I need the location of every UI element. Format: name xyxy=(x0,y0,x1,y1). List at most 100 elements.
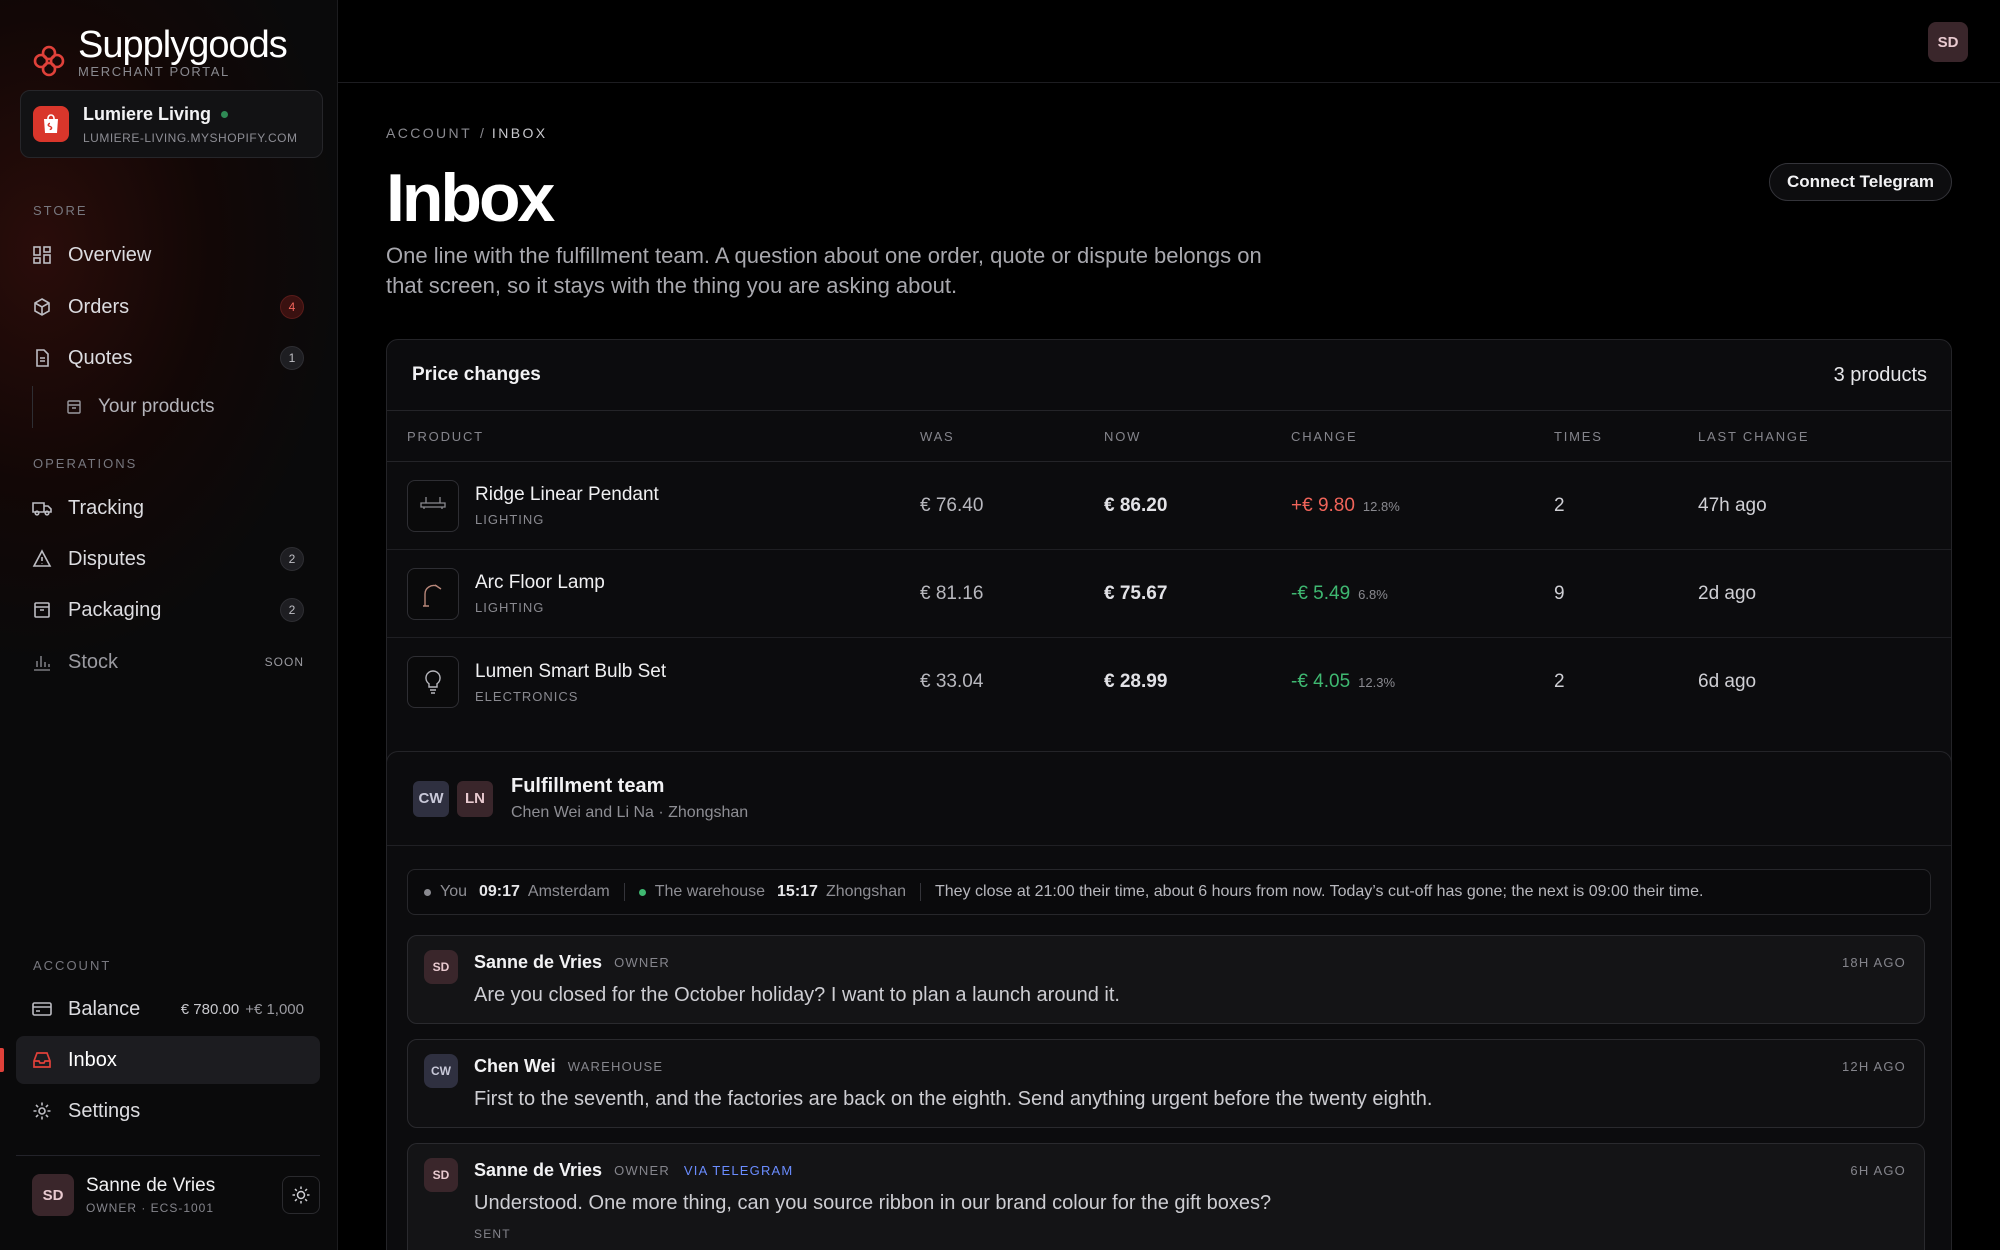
price-change: -€ 4.05 xyxy=(1291,671,1351,692)
breadcrumb-current: INBOX xyxy=(491,125,548,141)
price-was: € 33.04 xyxy=(920,671,984,692)
sidebar-item-label: Orders xyxy=(68,295,130,318)
message-via-telegram: VIA TELEGRAM xyxy=(683,1162,794,1178)
floor-lamp-icon xyxy=(407,567,459,620)
sidebar-item-quotes[interactable]: Quotes 1 xyxy=(16,334,320,382)
inbox-icon xyxy=(32,1050,52,1070)
tz-note: They close at 21:00 their time, about 6 … xyxy=(935,883,1704,900)
sidebar-subitem-label: Your products xyxy=(98,396,215,417)
grid-icon xyxy=(32,245,52,265)
warning-icon xyxy=(32,549,52,569)
col-last-change[interactable]: LAST CHANGE xyxy=(1698,429,1951,444)
sidebar-item-balance[interactable]: Balance € 780.00 +€ 1,000 xyxy=(16,985,320,1033)
price-was: € 76.40 xyxy=(920,494,984,516)
tz-you-city: Amsterdam xyxy=(527,883,610,900)
price-now: € 28.99 xyxy=(1104,671,1168,692)
col-times[interactable]: TIMES xyxy=(1554,429,1698,444)
message-time: 12H AGO xyxy=(1841,1058,1906,1074)
user-name: Sanne de Vries xyxy=(86,1175,216,1196)
section-label-account: ACCOUNT xyxy=(33,958,112,973)
account-avatar[interactable]: SD xyxy=(1928,22,1968,62)
message-text: First to the seventh, and the factories … xyxy=(474,1088,1433,1110)
tz-you-label: You xyxy=(440,883,467,900)
table-row[interactable]: Lumen Smart Bulb Set ELECTRONICS € 33.04… xyxy=(387,638,1951,726)
sidebar-item-stock[interactable]: Stock SOON xyxy=(16,638,320,686)
price-changes-card: Price changes 3 products PRODUCT WAS NOW… xyxy=(386,339,1952,809)
message-role: OWNER xyxy=(614,954,670,970)
table-row[interactable]: Ridge Linear Pendant LIGHTING € 76.40 € … xyxy=(387,462,1951,550)
sidebar-item-tracking[interactable]: Tracking xyxy=(16,484,320,532)
change-times: 2 xyxy=(1554,494,1565,516)
product-category: LIGHTING xyxy=(475,600,545,615)
message[interactable]: CW Chen Wei WAREHOUSE 12H AGO First to t… xyxy=(407,1039,1925,1128)
message-time: 18H AGO xyxy=(1841,954,1906,970)
price-changes-title: Price changes xyxy=(412,364,541,385)
sidebar-divider xyxy=(16,1155,320,1156)
topbar: SD xyxy=(338,0,2000,83)
message-role: WAREHOUSE xyxy=(567,1058,664,1074)
message[interactable]: SD Sanne de Vries OWNER VIA TELEGRAM 6H … xyxy=(407,1143,1925,1250)
packaging-count-badge: 2 xyxy=(280,598,304,622)
sidebar-subitem-your-products[interactable]: Your products xyxy=(32,386,322,428)
col-was[interactable]: WAS xyxy=(920,429,1104,444)
message[interactable]: SD Sanne de Vries OWNER 18H AGO Are you … xyxy=(407,935,1925,1024)
price-now: € 86.20 xyxy=(1104,494,1168,516)
last-change: 2d ago xyxy=(1698,582,1757,604)
store-switcher[interactable]: Lumiere Living LUMIERE-LIVING.MYSHOPIFY.… xyxy=(20,90,323,158)
price-now: € 75.67 xyxy=(1104,582,1168,604)
page-description: One line with the fulfillment team. A qu… xyxy=(386,243,1262,298)
sidebar-item-label: Packaging xyxy=(68,598,162,621)
avatar: SD xyxy=(32,1174,74,1216)
connect-telegram-button[interactable]: Connect Telegram xyxy=(1768,163,1952,201)
breadcrumb-account[interactable]: ACCOUNT xyxy=(386,125,472,141)
brand[interactable]: Supplygoods MERCHANT PORTAL xyxy=(32,22,288,79)
product-name: Lumen Smart Bulb Set xyxy=(475,660,667,682)
section-label-operations: OPERATIONS xyxy=(33,456,138,471)
table-header: PRODUCT WAS NOW CHANGE TIMES LAST CHANGE xyxy=(387,411,1951,462)
product-name: Arc Floor Lamp xyxy=(475,572,605,593)
sidebar-item-orders[interactable]: Orders 4 xyxy=(16,283,320,331)
message-author: Sanne de Vries xyxy=(474,1159,603,1180)
balance-amount: € 780.00 xyxy=(180,1000,240,1018)
theme-toggle-button[interactable] xyxy=(282,1176,320,1214)
price-change-pct: 6.8% xyxy=(1358,586,1388,602)
sun-icon xyxy=(292,1186,310,1204)
sidebar-item-settings[interactable]: Settings xyxy=(16,1087,320,1135)
message-time: 6H AGO xyxy=(1850,1162,1906,1178)
product-category: LIGHTING xyxy=(475,512,545,527)
col-now[interactable]: NOW xyxy=(1104,429,1291,444)
user-profile[interactable]: SD Sanne de Vries OWNER · ECS-1001 xyxy=(32,1174,320,1216)
sidebar-item-label: Stock xyxy=(68,650,119,673)
sidebar-item-inbox[interactable]: Inbox xyxy=(16,1036,320,1084)
orders-count-badge: 4 xyxy=(280,295,304,319)
document-icon xyxy=(32,348,52,368)
archive-icon xyxy=(66,399,82,415)
price-change: +€ 9.80 xyxy=(1291,494,1355,516)
product-name: Ridge Linear Pendant xyxy=(475,484,659,505)
thread-header: CW LN Fulfillment team Chen Wei and Li N… xyxy=(387,752,1951,846)
bar-chart-icon xyxy=(32,652,52,672)
avatar: SD xyxy=(424,950,458,984)
avatar: CW xyxy=(411,778,451,819)
sidebar-item-disputes[interactable]: Disputes 2 xyxy=(16,535,320,583)
col-product[interactable]: PRODUCT xyxy=(387,429,920,444)
store-status-dot xyxy=(221,110,229,118)
sidebar-item-packaging[interactable]: Packaging 2 xyxy=(16,586,320,634)
credit-card-icon xyxy=(32,999,52,1019)
package-icon xyxy=(32,600,52,620)
store-url: LUMIERE-LIVING.MYSHOPIFY.COM xyxy=(83,130,298,145)
gear-icon xyxy=(32,1101,52,1121)
tz-warehouse-label: The warehouse xyxy=(654,883,766,900)
col-change[interactable]: CHANGE xyxy=(1291,429,1554,444)
message-text: Understood. One more thing, can you sour… xyxy=(474,1192,1272,1214)
last-change: 47h ago xyxy=(1698,494,1767,516)
sidebar-item-label: Overview xyxy=(68,243,152,266)
subnav-guide-line xyxy=(32,386,33,428)
section-label-store: STORE xyxy=(33,203,88,218)
bulb-icon xyxy=(407,656,459,708)
sidebar-item-label: Tracking xyxy=(68,496,144,519)
sidebar-item-label: Settings xyxy=(68,1099,141,1122)
tz-separator xyxy=(920,883,921,901)
table-row[interactable]: Arc Floor Lamp LIGHTING € 81.16 € 75.67 … xyxy=(387,550,1951,638)
sidebar-item-overview[interactable]: Overview xyxy=(16,231,320,279)
